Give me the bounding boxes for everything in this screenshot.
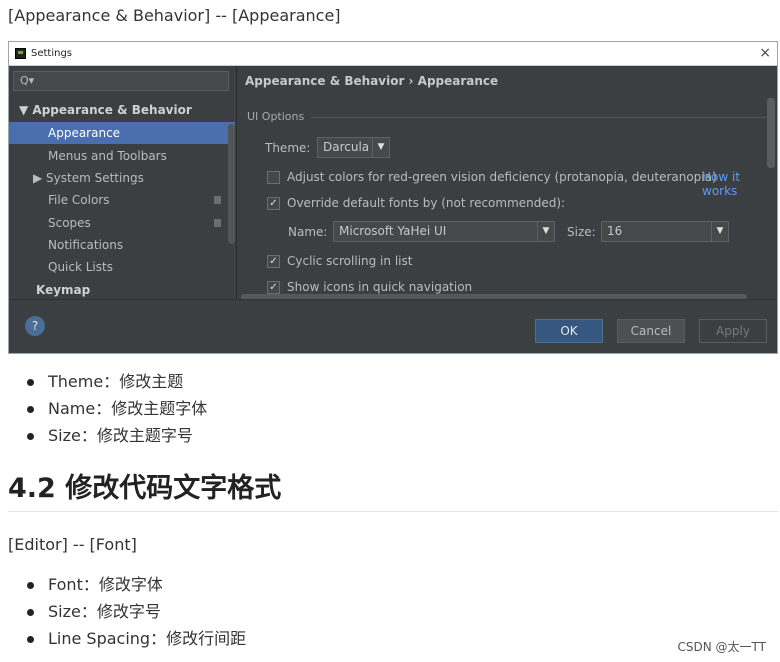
theme-select[interactable]: Darcula ▼ [317,137,390,158]
sidebar-item-notifications[interactable]: Notifications [9,234,235,256]
project-icon [214,219,221,227]
list-item: Size：修改字号 [26,598,246,625]
adjust-colors-label: Adjust colors for red-green vision defic… [287,170,717,184]
watermark-credit: CSDN @太一TT [677,640,766,654]
list-item: Theme：修改主题 [26,368,207,395]
content-scrollbar-vertical[interactable] [767,98,775,168]
font-name-value: Microsoft YaHei UI [339,224,447,238]
settings-sidebar: Q▾ ▼ Appearance & Behavior Appearance Me… [9,66,236,299]
sidebar-item-label: Appearance [48,126,121,140]
help-icon[interactable]: ? [25,316,45,336]
show-icons-checkbox[interactable]: ✓ [267,281,280,294]
how-it-works-link[interactable]: How it works [702,170,777,198]
appearance-bullet-list: Theme：修改主题 Name：修改主题字体 Size：修改主题字号 [26,368,207,449]
sidebar-item-label: File Colors [48,193,110,207]
title-bar: Settings × [9,42,777,66]
show-icons-label: Show icons in quick navigation [287,280,473,294]
settings-content: Appearance & Behavior › Appearance UI Op… [236,66,777,300]
list-item: Size：修改主题字号 [26,422,207,449]
chevron-down-icon: ▼ [372,138,389,157]
apply-button[interactable]: Apply [699,319,767,343]
chevron-down-icon: ▼ [711,222,728,241]
cyclic-scrolling-label: Cyclic scrolling in list [287,254,413,268]
project-icon [214,196,221,204]
theme-label: Theme: [265,141,311,155]
sidebar-item-label: Notifications [48,238,124,252]
sidebar-item-label: ▼ Appearance & Behavior [19,103,192,117]
sidebar-item-label: ▶ System Settings [33,171,144,185]
list-item: Font：修改字体 [26,571,246,598]
section-heading: 4.2 修改代码文字格式 [8,473,282,504]
sidebar-item-quick-lists[interactable]: Quick Lists [9,256,235,278]
font-size-select[interactable]: 16 ▼ [601,221,729,242]
sidebar-item-system-settings[interactable]: ▶ System Settings [9,167,235,189]
sidebar-item-appearance[interactable]: Appearance [9,122,235,144]
dialog-footer: ? OK Cancel Apply [9,299,777,353]
sidebar-scrollbar[interactable] [228,124,235,244]
window-title: Settings [31,48,73,59]
list-item: Line Spacing：修改行间距 [26,625,246,652]
font-size-label: Size: [567,225,596,239]
editor-breadcrumb: [Editor] -- [Font] [8,535,137,554]
font-name-label: Name: [288,225,328,239]
top-breadcrumb: [Appearance & Behavior] -- [Appearance] [8,6,341,25]
group-title: UI Options [247,110,305,123]
ok-button[interactable]: OK [535,319,603,343]
sidebar-item-menus-toolbars[interactable]: Menus and Toolbars [9,145,235,167]
close-icon[interactable]: × [759,45,771,61]
settings-window: Settings × Q▾ ▼ Appearance & Behavior Ap… [8,41,778,354]
sidebar-item-label: Menus and Toolbars [48,149,167,163]
override-fonts-checkbox[interactable]: ✓ [267,197,280,210]
heading-divider [8,511,778,512]
sidebar-item-label: Keymap [36,283,91,297]
sidebar-item-scopes[interactable]: Scopes [9,212,235,234]
search-icon: Q▾ [20,74,35,87]
sidebar-item-label: Quick Lists [48,260,113,274]
app-icon [15,48,26,59]
sidebar-item-label: Scopes [48,216,91,230]
adjust-colors-checkbox[interactable] [267,171,280,184]
cancel-button[interactable]: Cancel [617,319,685,343]
font-bullet-list: Font：修改字体 Size：修改字号 Line Spacing：修改行间距 [26,571,246,652]
font-name-select[interactable]: Microsoft YaHei UI ▼ [333,221,555,242]
cyclic-scrolling-checkbox[interactable]: ✓ [267,255,280,268]
sidebar-item-keymap[interactable]: Keymap [9,279,235,301]
settings-breadcrumb: Appearance & Behavior › Appearance [245,74,499,88]
chevron-down-icon: ▼ [537,222,554,241]
list-item: Name：修改主题字体 [26,395,207,422]
theme-value: Darcula [323,140,370,154]
group-divider [311,117,767,118]
font-size-value: 16 [607,224,623,238]
search-input[interactable]: Q▾ [13,71,229,91]
sidebar-item-file-colors[interactable]: File Colors [9,189,235,211]
sidebar-item-appearance-behavior[interactable]: ▼ Appearance & Behavior [9,99,235,121]
override-fonts-label: Override default fonts by (not recommend… [287,196,566,210]
